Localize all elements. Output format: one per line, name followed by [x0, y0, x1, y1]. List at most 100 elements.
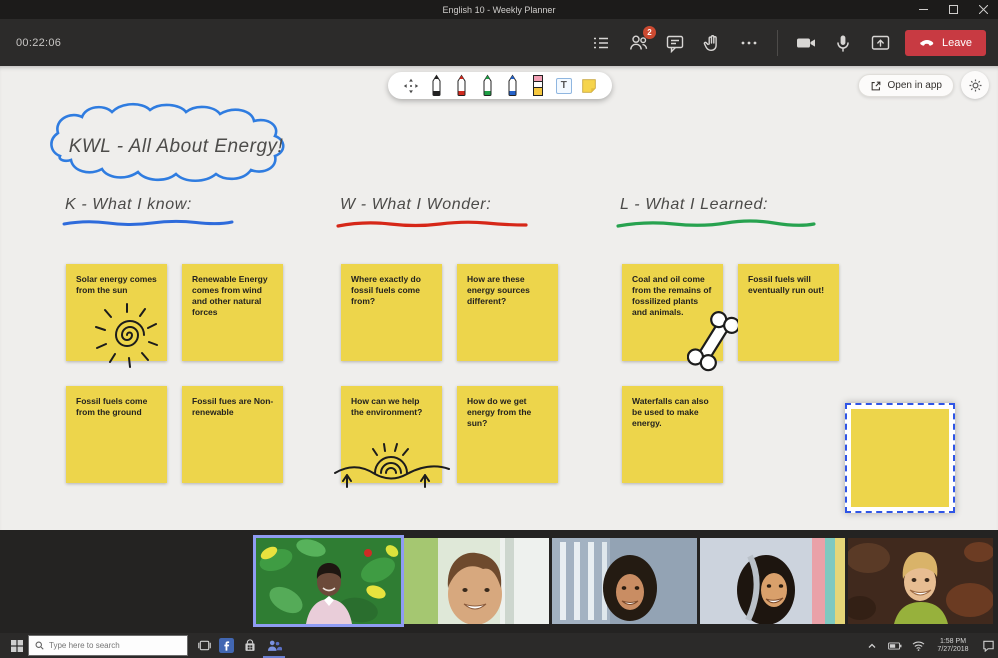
sticky-note[interactable]: Fossil fuels will eventually run out!: [738, 264, 839, 361]
gear-icon: [968, 78, 983, 93]
participant-5-video-feed: [848, 538, 993, 624]
note-text: Fossil fues are Non-renewable: [192, 396, 273, 417]
share-screen-icon: [870, 32, 891, 53]
wifi-icon: [912, 640, 925, 651]
sticky-note[interactable]: Coal and oil come from the remains of fo…: [622, 264, 723, 361]
note-text: How can we help the environment?: [351, 396, 422, 417]
wonder-underline: [336, 218, 528, 230]
sticky-note[interactable]: Where exactly do fossil fuels come from?: [341, 264, 442, 361]
sun-sketch: [92, 300, 162, 370]
close-button[interactable]: [968, 0, 998, 19]
pen-red-icon: [454, 74, 469, 97]
pen-blue-tool[interactable]: [503, 74, 523, 98]
raise-hand-button[interactable]: [700, 31, 724, 55]
pen-black-tool[interactable]: [426, 74, 446, 98]
more-icon: [740, 34, 758, 52]
sticky-note[interactable]: Waterfalls can also be used to make ener…: [622, 386, 723, 483]
whiteboard-canvas[interactable]: T Open in app KWL - All About Energy! K …: [0, 66, 998, 530]
text-tool[interactable]: T: [554, 74, 574, 98]
taskbar-search[interactable]: [28, 635, 188, 656]
action-center-button[interactable]: [980, 633, 996, 658]
bone-sketch: [687, 309, 739, 375]
eraser-icon: [531, 74, 545, 97]
note-text: Fossil fuels will eventually run out!: [748, 274, 824, 295]
participant-video-1[interactable]: [256, 538, 401, 624]
sticky-note[interactable]: How can we help the environment?: [341, 386, 442, 483]
meeting-actions: 2: [589, 19, 986, 66]
more-options-button[interactable]: [737, 31, 761, 55]
pen-black-icon: [429, 74, 444, 97]
store-app-button[interactable]: [238, 633, 262, 658]
selected-sticky-note[interactable]: [845, 403, 955, 513]
search-input[interactable]: [49, 641, 169, 650]
participant-4-video-feed: [700, 538, 845, 624]
start-button[interactable]: [6, 633, 28, 658]
sticky-note[interactable]: Fossil fuels come from the ground: [66, 386, 167, 483]
agenda-button[interactable]: [589, 31, 613, 55]
sticky-note-tool[interactable]: [579, 74, 599, 98]
board-title-cloud[interactable]: KWL - All About Energy!: [28, 100, 324, 190]
camera-button[interactable]: [794, 31, 818, 55]
eraser-tool[interactable]: [528, 74, 548, 98]
sticky-note[interactable]: Fossil fues are Non-renewable: [182, 386, 283, 483]
windows-logo-icon: [11, 640, 23, 652]
participant-video-4[interactable]: [700, 538, 845, 624]
battery-icon: [888, 641, 902, 651]
action-center-icon: [982, 639, 995, 652]
battery-status[interactable]: [887, 633, 903, 658]
close-icon: [979, 5, 988, 14]
board-title: KWL - All About Energy!: [28, 100, 324, 190]
note-text: Waterfalls can also be used to make ener…: [632, 396, 709, 428]
facebook-app-button[interactable]: [214, 633, 238, 658]
note-text: How are these energy sources different?: [467, 274, 530, 306]
note-text: Renewable Energy comes from wind and oth…: [192, 274, 268, 317]
clock-time: 1:58 PM: [933, 638, 973, 646]
leave-label: Leave: [942, 37, 972, 49]
sticky-note[interactable]: How do we get energy from the sun?: [457, 386, 558, 483]
network-status[interactable]: [910, 633, 926, 658]
search-icon: [35, 641, 44, 650]
note-text: Coal and oil come from the remains of fo…: [632, 274, 711, 317]
window-controls: [908, 0, 998, 19]
leave-button[interactable]: Leave: [905, 30, 986, 56]
tray-expand-button[interactable]: [864, 633, 880, 658]
windows-taskbar: 1:58 PM 7/27/2018: [0, 633, 998, 658]
task-view-button[interactable]: [192, 633, 216, 658]
participant-video-3[interactable]: [552, 538, 697, 624]
participant-video-5[interactable]: [848, 538, 993, 624]
empty-note-body: [851, 409, 949, 507]
move-tool[interactable]: [401, 74, 421, 98]
meeting-timer: 00:22:06: [16, 19, 61, 66]
maximize-icon: [949, 5, 958, 14]
open-in-app-label: Open in app: [888, 80, 943, 91]
pen-green-icon: [480, 74, 495, 97]
pen-red-tool[interactable]: [452, 74, 472, 98]
note-text: Where exactly do fossil fuels come from?: [351, 274, 421, 306]
store-icon: [243, 639, 257, 653]
text-tool-icon: T: [556, 78, 572, 94]
system-tray: 1:58 PM 7/27/2018: [864, 633, 996, 658]
pen-blue-icon: [505, 74, 520, 97]
maximize-button[interactable]: [938, 0, 968, 19]
open-in-app-button[interactable]: Open in app: [858, 74, 955, 97]
sticky-note[interactable]: Solar energy comes from the sun: [66, 264, 167, 361]
participant-3-video-feed: [552, 538, 697, 624]
share-screen-button[interactable]: [868, 31, 892, 55]
chat-button[interactable]: [663, 31, 687, 55]
sticky-note[interactable]: How are these energy sources different?: [457, 264, 558, 361]
mic-button[interactable]: [831, 31, 855, 55]
taskbar-clock[interactable]: 1:58 PM 7/27/2018: [933, 638, 973, 654]
minimize-button[interactable]: [908, 0, 938, 19]
column-header-wonder: W - What I Wonder:: [340, 196, 491, 214]
minimize-icon: [919, 5, 928, 14]
hang-up-icon: [919, 35, 935, 51]
pen-green-tool[interactable]: [477, 74, 497, 98]
column-header-learned: L - What I Learned:: [620, 196, 768, 214]
teams-icon: [266, 638, 282, 654]
teams-app-button[interactable]: [262, 633, 286, 658]
settings-button[interactable]: [961, 71, 989, 99]
meeting-control-bar: 00:22:06 2: [0, 19, 998, 66]
participants-button[interactable]: 2: [626, 31, 650, 55]
participant-video-2[interactable]: [404, 538, 549, 624]
sticky-note[interactable]: Renewable Energy comes from wind and oth…: [182, 264, 283, 361]
